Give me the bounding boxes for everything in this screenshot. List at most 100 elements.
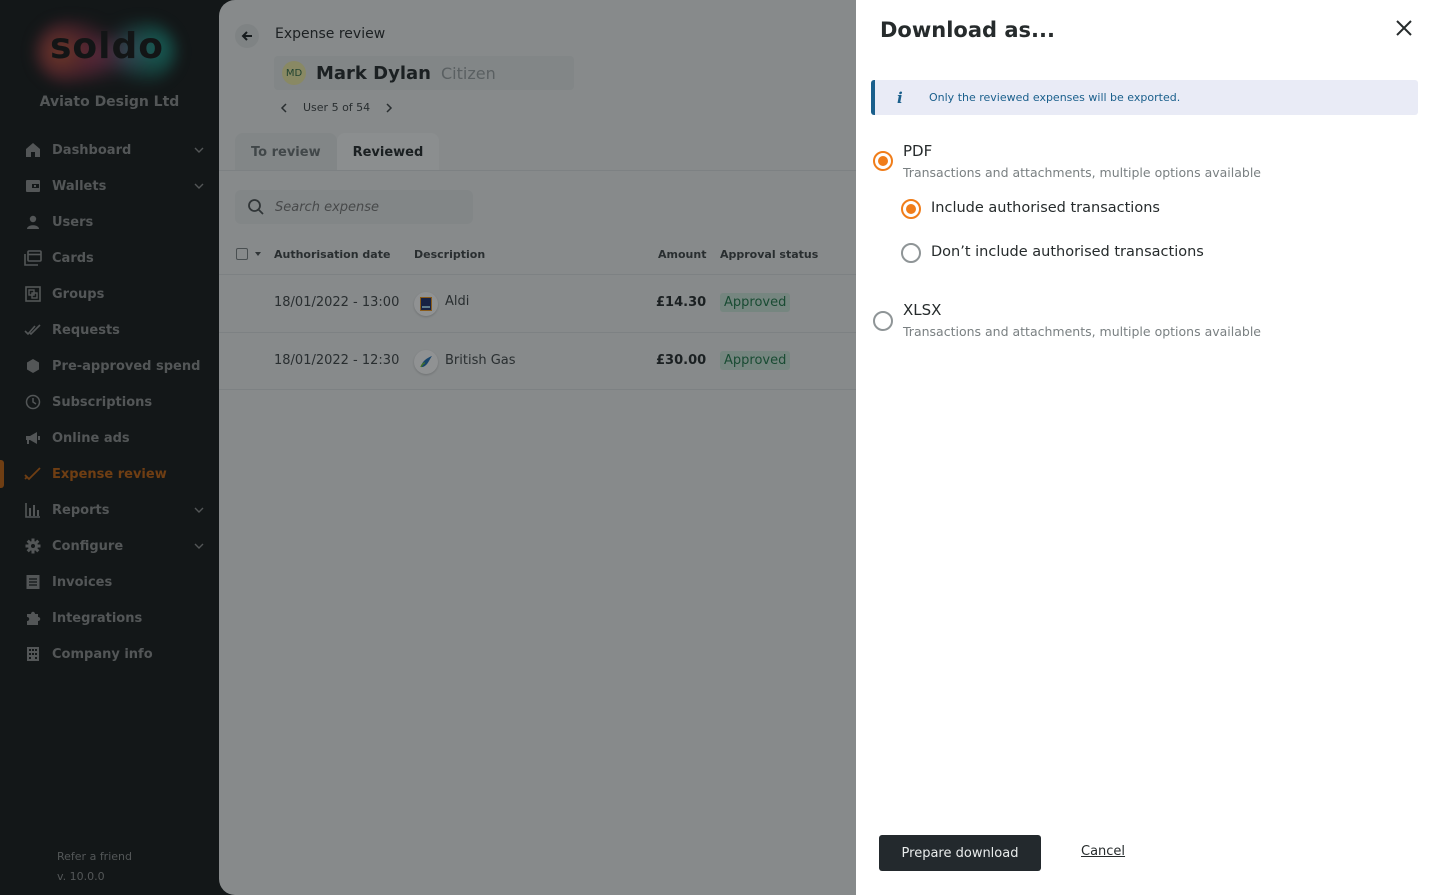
column-header-amount[interactable]: Amount [658, 248, 706, 261]
sidebar-item-dashboard[interactable]: Dashboard [0, 132, 219, 168]
home-icon [24, 141, 42, 159]
row-merchant: British Gas [445, 353, 516, 368]
refer-a-friend-link[interactable]: Refer a friend [57, 847, 132, 867]
user-header: MD Mark Dylan Citizen [274, 56, 574, 90]
sidebar-item-label: Configure [52, 538, 124, 554]
option-title-pdf[interactable]: PDF [903, 142, 932, 160]
sidebar-item-online-ads[interactable]: Online ads [0, 420, 219, 456]
user-icon [24, 213, 42, 231]
download-drawer: Download as... i Only the reviewed expen… [856, 0, 1432, 895]
sidebar-item-pre-approved-spend[interactable]: Pre-approved spend [0, 348, 219, 384]
cancel-button[interactable]: Cancel [1081, 844, 1125, 859]
megaphone-icon [24, 429, 42, 447]
sidebar-item-reports[interactable]: Reports [0, 492, 219, 528]
user-pager: User 5 of 54 [279, 101, 394, 114]
radio-include-authorised[interactable] [901, 199, 921, 219]
column-header-description[interactable]: Description [414, 248, 485, 261]
breadcrumb[interactable]: Expense review [275, 26, 385, 42]
sidebar-item-cards[interactable]: Cards [0, 240, 219, 276]
chevron-down-icon[interactable] [193, 180, 205, 192]
row-amount: £30.00 [656, 353, 707, 368]
sidebar-item-wallets[interactable]: Wallets [0, 168, 219, 204]
sidebar-item-label: Company info [52, 646, 153, 662]
table-row[interactable]: 18/01/2022 - 12:30 British Gas £30.00 Ap… [219, 332, 859, 390]
chevron-left-icon[interactable] [279, 102, 289, 113]
sidebar-item-integrations[interactable]: Integrations [0, 600, 219, 636]
sidebar: soldo Aviato Design Ltd Dashboard Wallet… [0, 0, 219, 895]
hexagon-icon [24, 357, 42, 375]
arrow-left-icon [241, 31, 252, 41]
chevron-down-icon[interactable] [193, 144, 205, 156]
caret-down-icon[interactable] [254, 251, 262, 257]
sidebar-item-label: Wallets [52, 178, 107, 194]
cards-icon [24, 249, 42, 267]
sidebar-item-subscriptions[interactable]: Subscriptions [0, 384, 219, 420]
puzzle-icon [24, 609, 42, 627]
user-name: Mark Dylan [316, 62, 431, 84]
sidebar-footer: Refer a friend v. 10.0.0 [57, 847, 132, 887]
sidebar-item-label: Reports [52, 502, 110, 518]
bar-chart-icon [24, 501, 42, 519]
sidebar-item-label: Expense review [52, 466, 167, 482]
sidebar-item-label: Invoices [52, 574, 113, 590]
prepare-download-button[interactable]: Prepare download [879, 835, 1041, 871]
sidebar-item-label: Groups [52, 286, 105, 302]
aldi-logo-icon [414, 292, 438, 316]
sidebar-item-requests[interactable]: Requests [0, 312, 219, 348]
select-all-checkbox[interactable] [236, 248, 248, 260]
option-desc-pdf: Transactions and attachments, multiple o… [903, 165, 1262, 180]
british-gas-logo-icon [414, 350, 438, 374]
radio-xlsx[interactable] [873, 311, 893, 331]
chevron-right-icon[interactable] [384, 102, 394, 113]
row-merchant: Aldi [445, 294, 470, 309]
version-label: v. 10.0.0 [57, 870, 105, 883]
sidebar-item-label: Pre-approved spend [52, 358, 201, 374]
option-label-exclude-authorised[interactable]: Don’t include authorised transactions [931, 244, 1204, 260]
tabs: To review Reviewed [235, 133, 440, 171]
column-header-status[interactable]: Approval status [720, 248, 818, 261]
user-role: Citizen [440, 63, 496, 83]
sidebar-nav: Dashboard Wallets Users Cards Groups Req… [0, 132, 219, 672]
row-date: 18/01/2022 - 13:00 [274, 295, 400, 310]
option-label-include-authorised[interactable]: Include authorised transactions [931, 200, 1160, 216]
gear-icon [24, 537, 42, 555]
building-icon [24, 645, 42, 663]
sidebar-item-expense-review[interactable]: Expense review [0, 456, 219, 492]
sidebar-item-groups[interactable]: Groups [0, 276, 219, 312]
pager-label: User 5 of 54 [303, 101, 371, 114]
tab-to-review[interactable]: To review [235, 133, 337, 171]
invoice-icon [24, 573, 42, 591]
tab-reviewed[interactable]: Reviewed [336, 133, 440, 171]
search-input[interactable] [275, 199, 455, 215]
logo-text: soldo [50, 26, 165, 67]
soldo-logo[interactable]: soldo [36, 18, 176, 82]
info-banner: i Only the reviewed expenses will be exp… [871, 80, 1418, 115]
status-badge: Approved [720, 293, 791, 312]
sidebar-item-label: Users [52, 214, 94, 230]
clock-icon [24, 393, 42, 411]
sidebar-item-invoices[interactable]: Invoices [0, 564, 219, 600]
chevron-down-icon[interactable] [193, 540, 205, 552]
radio-pdf[interactable] [873, 151, 893, 171]
search-box [235, 190, 473, 224]
sidebar-item-label: Requests [52, 322, 120, 338]
option-title-xlsx[interactable]: XLSX [903, 301, 941, 319]
sidebar-item-label: Dashboard [52, 142, 132, 158]
radio-exclude-authorised[interactable] [901, 243, 921, 263]
column-header-date[interactable]: Authorisation date [274, 248, 390, 261]
close-icon[interactable] [1394, 18, 1414, 38]
sidebar-item-label: Online ads [52, 430, 130, 446]
sidebar-item-configure[interactable]: Configure [0, 528, 219, 564]
sidebar-item-label: Integrations [52, 610, 143, 626]
sidebar-item-label: Cards [52, 250, 94, 266]
chevron-down-icon[interactable] [193, 504, 205, 516]
info-icon: i [897, 88, 903, 107]
table-header: Authorisation date Description Amount Ap… [219, 244, 859, 274]
table-row[interactable]: 18/01/2022 - 13:00 Aldi £14.30 Approved [219, 274, 859, 332]
back-button[interactable] [235, 24, 259, 48]
row-amount: £14.30 [656, 295, 707, 310]
row-date: 18/01/2022 - 12:30 [274, 353, 400, 368]
sidebar-item-users[interactable]: Users [0, 204, 219, 240]
drawer-title: Download as... [880, 18, 1055, 42]
sidebar-item-company-info[interactable]: Company info [0, 636, 219, 672]
